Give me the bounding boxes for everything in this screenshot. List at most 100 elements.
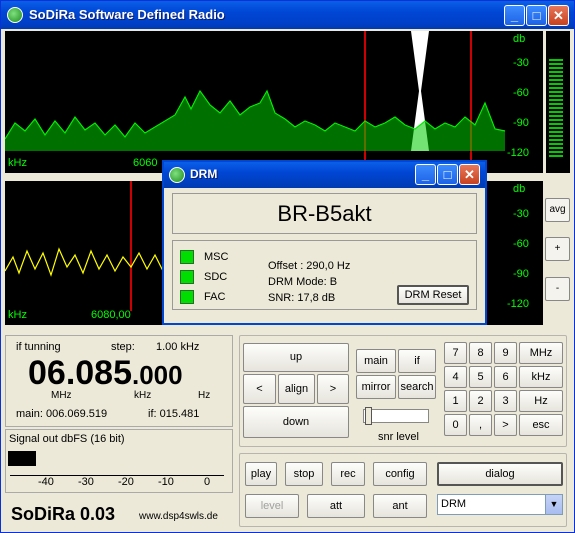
key-comma[interactable]: , [469, 414, 492, 436]
mode-select[interactable]: DRM ▼ [437, 494, 563, 515]
key-2[interactable]: 2 [469, 390, 492, 412]
signal-meter-bar [8, 451, 36, 466]
if-db-tick: -120 [507, 298, 530, 310]
drm-title-bar[interactable]: DRM _ □ ✕ [164, 162, 485, 188]
step-value[interactable]: 1.00 kHz [156, 341, 199, 353]
unit-hz: Hz [198, 390, 211, 401]
drm-maximize-button[interactable]: □ [437, 164, 458, 185]
signal-tick: 0 [204, 476, 211, 488]
fac-led [180, 290, 194, 304]
if-spectrum-unit-label: kHz [8, 309, 27, 321]
stop-button[interactable]: stop [285, 462, 323, 486]
main-button[interactable]: main [356, 349, 396, 373]
window-title: SoDiRa Software Defined Radio [29, 7, 225, 22]
signal-tick: -40 [38, 476, 54, 488]
key-0[interactable]: 0 [444, 414, 467, 436]
step-label: step: [111, 341, 135, 353]
title-bar[interactable]: SoDiRa Software Defined Radio _ □ ✕ [1, 1, 574, 29]
key-3[interactable]: 3 [494, 390, 517, 412]
key-hz[interactable]: Hz [519, 390, 563, 412]
drm-title: DRM [190, 167, 218, 181]
signal-tick: -20 [118, 476, 134, 488]
signal-tick: -10 [158, 476, 174, 488]
sdc-led [180, 270, 194, 284]
db-tick: -90 [513, 117, 529, 129]
dialog-button[interactable]: dialog [437, 462, 563, 486]
drm-status-box: MSC SDC FAC Offset : 290,0 Hz DRM Mode: … [172, 240, 477, 310]
drm-offset: Offset : 290,0 Hz [268, 260, 351, 272]
if-db-tick: -90 [513, 268, 529, 280]
spectrum-unit-label: kHz [8, 157, 27, 169]
drm-snr: SNR: 17,8 dB [268, 292, 336, 304]
snr-slider[interactable] [363, 407, 429, 425]
drm-station-label: BR-B5akt [172, 193, 477, 234]
drm-minimize-button[interactable]: _ [415, 164, 436, 185]
msc-label: MSC [204, 251, 229, 263]
db-tick: -60 [513, 87, 529, 99]
unit-khz: kHz [134, 390, 152, 401]
drm-reset-button[interactable]: DRM Reset [397, 285, 469, 305]
record-button[interactable]: rec [331, 462, 365, 486]
brand-url[interactable]: www.dsp4swls.de [139, 511, 218, 522]
key-9[interactable]: 9 [494, 342, 517, 364]
key-7[interactable]: 7 [444, 342, 467, 364]
chevron-down-icon[interactable]: ▼ [545, 495, 562, 514]
attenuator-button[interactable]: att [307, 494, 365, 518]
tune-up-button[interactable]: up [243, 343, 349, 372]
avg-button[interactable]: avg [545, 198, 570, 222]
db-unit-label: db [513, 33, 526, 45]
tune-left-button[interactable]: < [243, 374, 276, 404]
tune-down-button[interactable]: down [243, 406, 349, 438]
key-khz[interactable]: kHz [519, 366, 563, 388]
snr-slider-handle[interactable] [365, 407, 372, 425]
frequency-display[interactable]: 06.085.000 [28, 354, 183, 393]
mirror-button[interactable]: mirror [356, 375, 396, 399]
mode-select-value: DRM [441, 498, 467, 510]
drm-dialog: DRM _ □ ✕ BR-B5akt MSC SDC FAC Offset : … [162, 160, 487, 325]
signal-tick: -30 [78, 476, 94, 488]
zoom-in-button[interactable]: + [545, 237, 570, 261]
frequency-main: 06.085 [28, 354, 132, 392]
level-button[interactable]: level [245, 494, 299, 518]
spectrum-display[interactable]: kHz 6060 db -30 -60 -90 -120 [5, 31, 543, 173]
if-db-unit-label: db [513, 183, 526, 195]
antenna-button[interactable]: ant [373, 494, 427, 518]
app-logo-icon [7, 7, 23, 23]
key-next[interactable]: > [494, 414, 517, 436]
key-mhz[interactable]: MHz [519, 342, 563, 364]
drm-logo-icon [169, 167, 185, 183]
fac-label: FAC [204, 291, 226, 303]
align-button[interactable]: align [278, 374, 315, 404]
unit-mhz: MHz [51, 390, 72, 401]
key-8[interactable]: 8 [469, 342, 492, 364]
brand-name: SoDiRa 0.03 [11, 504, 116, 524]
msc-led [180, 250, 194, 264]
close-button[interactable]: ✕ [548, 5, 569, 26]
maximize-button[interactable]: □ [526, 5, 547, 26]
sdc-label: SDC [204, 271, 228, 283]
config-button[interactable]: config [373, 462, 427, 486]
if-spectrum-freq-label: 6080,00 [91, 309, 131, 321]
if-tuning-label: if tunning [16, 341, 61, 353]
level-meter [546, 31, 570, 173]
key-4[interactable]: 4 [444, 366, 467, 388]
tune-right-button[interactable]: > [317, 374, 349, 404]
search-button[interactable]: search [398, 375, 436, 399]
key-6[interactable]: 6 [494, 366, 517, 388]
drm-close-button[interactable]: ✕ [459, 164, 480, 185]
play-button[interactable]: play [245, 462, 277, 486]
main-frequency: main: 006.069.519 [16, 408, 108, 420]
signal-meter-title: Signal out dbFS (16 bit) [9, 433, 125, 445]
if-db-tick: -30 [513, 208, 529, 220]
db-tick: -30 [513, 57, 529, 69]
spectrum-freq-label: 6060 [133, 157, 158, 169]
if-button[interactable]: if [398, 349, 436, 373]
zoom-out-button[interactable]: - [545, 277, 570, 301]
spectrum-trace [5, 31, 506, 161]
minimize-button[interactable]: _ [504, 5, 525, 26]
key-5[interactable]: 5 [469, 366, 492, 388]
key-1[interactable]: 1 [444, 390, 467, 412]
signal-meter-panel: Signal out dbFS (16 bit) -40 -30 -20 -10… [5, 429, 233, 493]
db-tick: -120 [507, 147, 530, 159]
key-esc[interactable]: esc [519, 414, 563, 436]
